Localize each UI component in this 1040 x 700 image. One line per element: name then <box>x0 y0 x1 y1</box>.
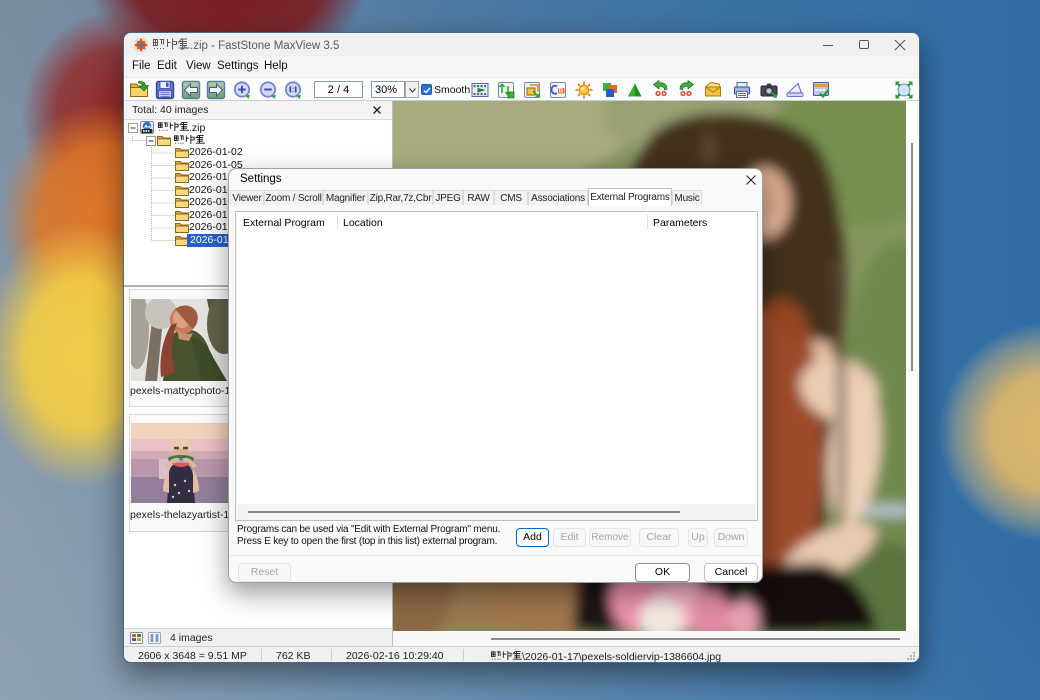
svg-text:B: B <box>558 89 563 95</box>
